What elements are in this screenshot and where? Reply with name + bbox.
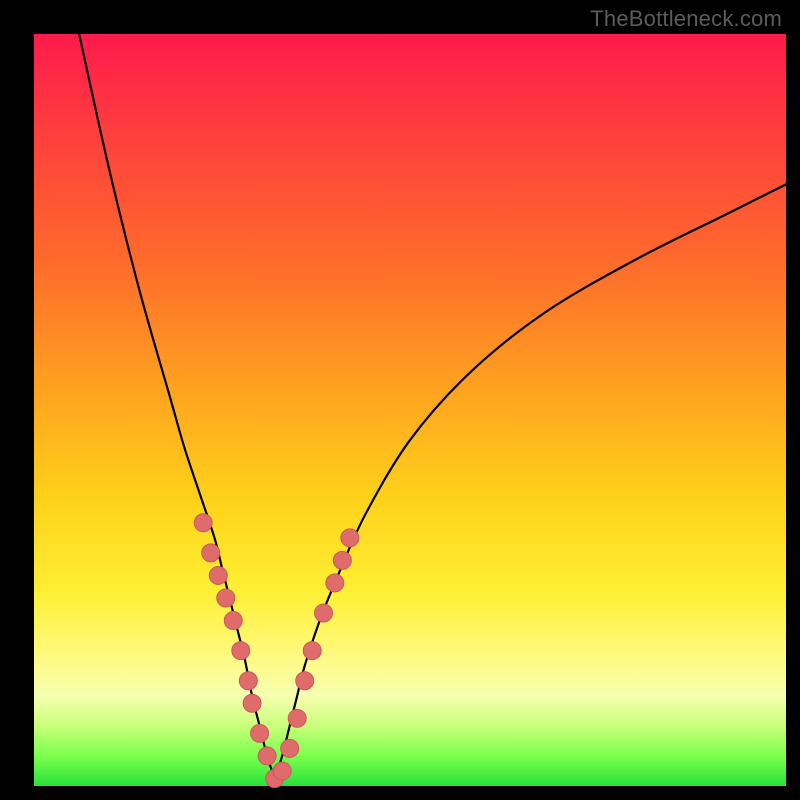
marker-group: [194, 514, 359, 788]
marker-dot: [194, 514, 212, 532]
marker-dot: [217, 589, 235, 607]
marker-dot: [296, 672, 314, 690]
marker-dot: [281, 739, 299, 757]
marker-dot: [239, 672, 257, 690]
marker-dot: [209, 566, 227, 584]
marker-dot: [232, 642, 250, 660]
marker-dot: [288, 709, 306, 727]
marker-dot: [341, 529, 359, 547]
marker-dot: [251, 724, 269, 742]
marker-dot: [326, 574, 344, 592]
curve-left-branch: [79, 34, 275, 778]
marker-dot: [243, 694, 261, 712]
marker-dot: [303, 642, 321, 660]
marker-dot: [333, 551, 351, 569]
marker-dot: [258, 747, 276, 765]
curve-layer: [34, 34, 786, 786]
chart-frame: TheBottleneck.com: [0, 0, 800, 800]
marker-dot: [315, 604, 333, 622]
plot-area: [34, 34, 786, 786]
marker-dot: [224, 612, 242, 630]
watermark-text: TheBottleneck.com: [590, 6, 782, 32]
marker-dot: [273, 762, 291, 780]
curve-right-branch: [275, 184, 786, 778]
marker-dot: [202, 544, 220, 562]
